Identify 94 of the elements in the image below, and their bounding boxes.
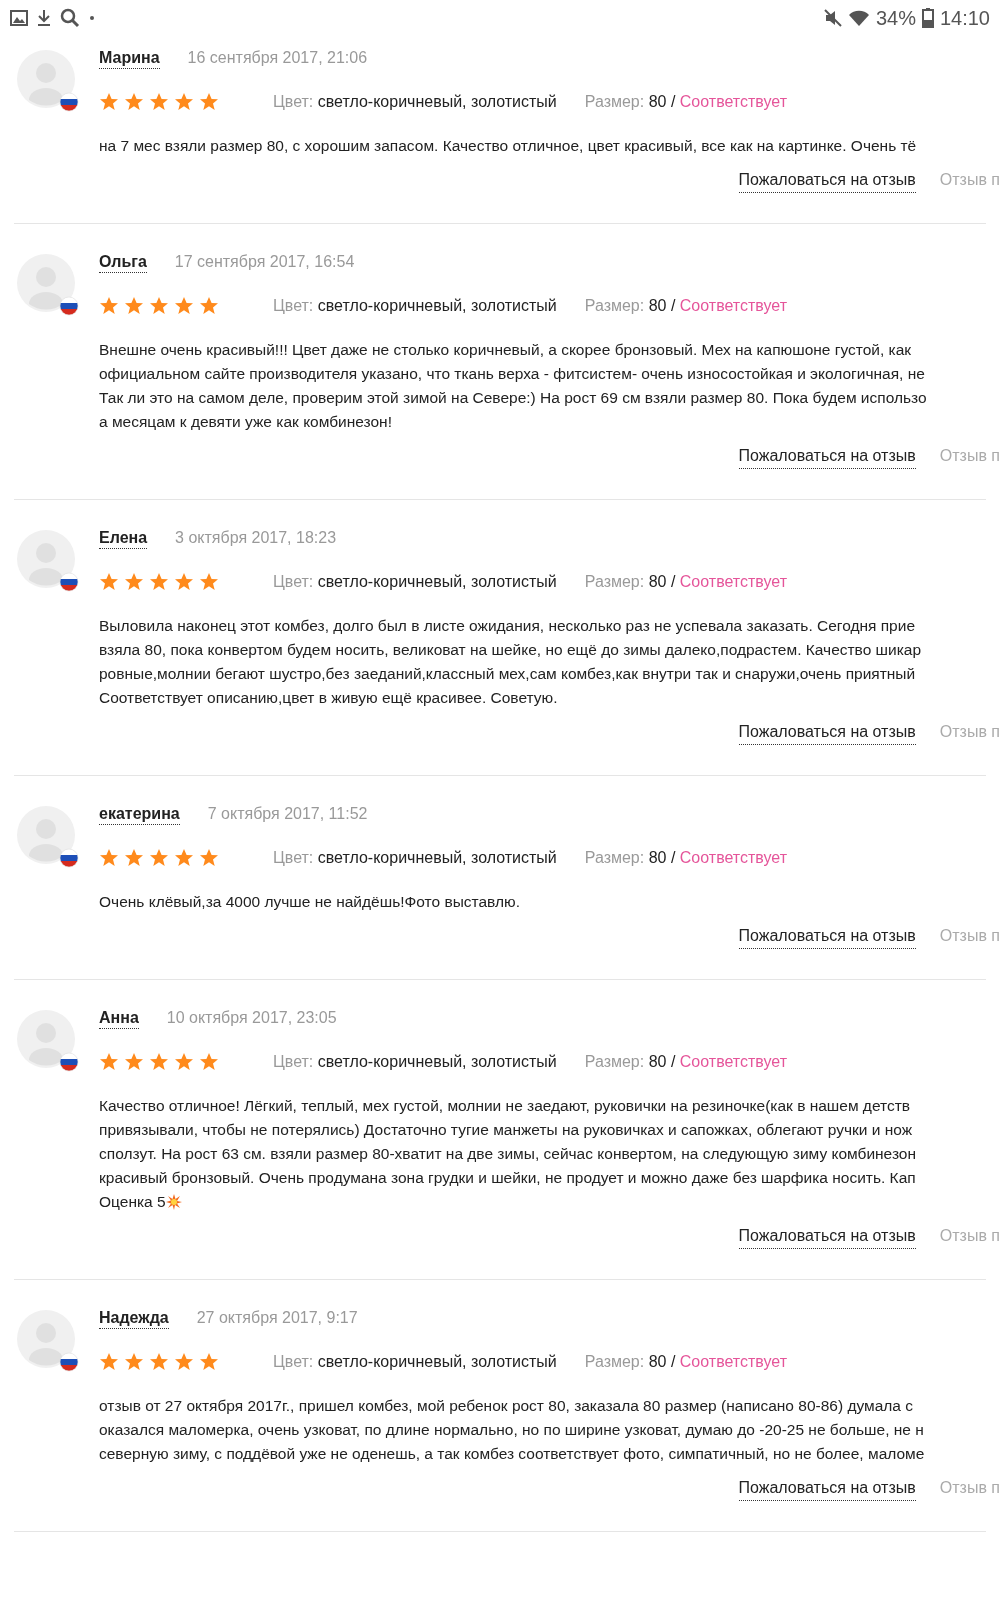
star-icon — [199, 296, 219, 316]
author-name[interactable]: Марина — [99, 48, 160, 69]
review-text-line: красивый бронзовый. Очень продумана зона грудки и шейки, не продует и можно даже без шарфика носить. Кап — [99, 1168, 916, 1188]
size-info: Размер: 80 / Соответствует — [584, 848, 787, 868]
star-icon — [124, 92, 144, 112]
star-icon — [199, 92, 219, 112]
star-icon — [124, 1052, 144, 1072]
image-icon — [10, 10, 28, 26]
review-date: 16 сентября 2017, 21:06 — [187, 48, 368, 68]
color-info: Цвет: светло-коричневый, золотистый — [273, 296, 557, 316]
avatar-with-flag-icon — [17, 50, 79, 112]
star-icon — [174, 1052, 194, 1072]
author-name[interactable]: екатерина — [99, 804, 180, 825]
star-icon — [124, 1352, 144, 1372]
color-info: Цвет: светло-коричневый, золотистый — [273, 92, 557, 112]
report-review-link[interactable]: Пожаловаться на отзыв — [738, 1224, 916, 1249]
author-name[interactable]: Анна — [99, 1008, 139, 1029]
review-date: 17 сентября 2017, 16:54 — [174, 252, 355, 272]
author-name[interactable]: Ольга — [99, 252, 147, 273]
battery-percent: 34% — [875, 6, 916, 31]
star-icon — [124, 848, 144, 868]
star-icon — [199, 1052, 219, 1072]
review-text-line: Соответствует описанию,цвет в живую ещё красивее. Советую. — [99, 688, 558, 708]
star-icon — [99, 92, 119, 112]
star-icon — [149, 92, 169, 112]
author-name[interactable]: Елена — [99, 528, 148, 549]
review-date: 27 октября 2017, 9:17 — [196, 1308, 358, 1328]
search-icon — [60, 8, 80, 28]
star-icon — [174, 572, 194, 592]
review-text-line: Так ли это на самом деле, проверим этой зимой на Севере:) На рост 69 см взяли размер 80. Пока будем использо — [99, 388, 927, 408]
review-text-line: оказался маломерка, очень узковат, по длине нормально, но по ширине узковат, думаю до -20-25 не больше, не н — [99, 1420, 924, 1440]
clock-time: 14:10 — [939, 6, 990, 31]
size-info: Размер: 80 / Соответствует — [584, 1052, 787, 1072]
star-icon — [174, 1352, 194, 1372]
color-info: Цвет: светло-коричневый, золотистый — [273, 1352, 557, 1372]
review-text-line: официальном сайте производителя указано, что ткань верха - фитсистем- очень износостойкая и экологичная, не — [99, 364, 925, 384]
mute-icon — [823, 9, 842, 27]
color-info: Цвет: светло-коричневый, золотистый — [273, 1052, 557, 1072]
size-info: Размер: 80 / Соответствует — [584, 92, 787, 112]
star-icon — [199, 1352, 219, 1372]
star-icon — [99, 296, 119, 316]
star-icon — [174, 296, 194, 316]
size-info: Размер: 80 / Соответствует — [584, 572, 787, 592]
review-text-line: Качество отличное! Лёгкий, теплый, мех густой, молнии не заедают, руковички на резиночке(как в нашем детств — [99, 1096, 911, 1116]
report-review-link[interactable]: Пожаловаться на отзыв — [738, 444, 916, 469]
review-date: 7 октября 2017, 11:52 — [207, 804, 368, 824]
size-info: Размер: 80 / Соответствует — [584, 1352, 787, 1372]
report-review-link[interactable]: Пожаловаться на отзыв — [738, 168, 916, 193]
review-text-line: Выловила наконец этот комбез, долго был в листе ожидания, несколько раз не успевала заказать. Сегодня прие — [99, 616, 916, 636]
battery-icon — [921, 8, 934, 28]
review-text-line: привязывали, чтобы не потерялись) Достаточно тугие манжеты на руковичках и сапожках, облегают ручки и нож — [99, 1120, 913, 1140]
review-text-line: Оценка 5 — [99, 1192, 166, 1212]
review-text-line: Очень клёвый,за 4000 лучше не найдёшь!Фото выставлю. — [99, 892, 520, 912]
star-icon — [149, 1052, 169, 1072]
avatar-with-flag-icon — [17, 1010, 79, 1072]
review-text-line: отзыв от 27 октября 2017г., пришел комбез, мой ребенок рост 80, заказала 80 размер (написано 80-86) думала с — [99, 1396, 914, 1416]
star-icon — [99, 1052, 119, 1072]
avatar-with-flag-icon — [17, 1310, 79, 1372]
report-review-link[interactable]: Пожаловаться на отзыв — [738, 1476, 916, 1501]
author-name[interactable]: Надежда — [99, 1308, 169, 1329]
wifi-icon — [847, 9, 870, 27]
star-icon — [124, 296, 144, 316]
star-icon — [174, 92, 194, 112]
star-icon — [199, 572, 219, 592]
report-review-link[interactable]: Пожаловаться на отзыв — [738, 720, 916, 745]
star-icon — [99, 848, 119, 868]
star-icon — [149, 848, 169, 868]
notification-dot-icon — [88, 14, 96, 22]
review-text-line: на 7 мес взяли размер 80, с хорошим запасом. Качество отличное, цвет красивый, все как на картинке. Очень тё — [99, 136, 917, 156]
avatar-with-flag-icon — [17, 806, 79, 868]
avatar-with-flag-icon — [17, 254, 79, 316]
review-text-line: взяла 80, пока конвертом будем носить, великоват на шейке, но ещё до зимы далеко,подрастем. Качество шикар — [99, 640, 922, 660]
star-icon — [149, 572, 169, 592]
review-date: 3 октября 2017, 18:23 — [175, 528, 337, 548]
review-text-line: Внешне очень красивый!!! Цвет даже не столько коричневый, а скорее бронзовый. Мех на капюшоне густой, как — [99, 340, 912, 360]
download-icon — [36, 9, 52, 27]
review-date: 10 октября 2017, 23:05 — [166, 1008, 337, 1028]
size-info: Размер: 80 / Соответствует — [584, 296, 787, 316]
report-review-link[interactable]: Пожаловаться на отзыв — [738, 924, 916, 949]
star-icon — [199, 848, 219, 868]
star-icon — [149, 296, 169, 316]
review-text-line: ровные,молнии бегают шустро,без заеданий,классный мех,сам комбез,как внутри так и снаружи,очень приятный — [99, 664, 916, 684]
review-text-line: сползут. На рост 63 см. взяли размер 80-хватит на две зимы, сейчас конвертом, на следующую зиму комбинезон — [99, 1144, 916, 1164]
star-icon — [99, 1352, 119, 1372]
star-icon — [99, 572, 119, 592]
star-icon — [124, 572, 144, 592]
burst-icon — [165, 1194, 182, 1210]
review-text-line: северную зиму, с поддёвой уже не оденешь, а так комбез соответствует фото, симпатичный, но не более, маломе — [99, 1444, 925, 1464]
star-icon — [149, 1352, 169, 1372]
color-info: Цвет: светло-коричневый, золотистый — [273, 848, 557, 868]
color-info: Цвет: светло-коричневый, золотистый — [273, 572, 557, 592]
review-text-line: а месяцам к девяти уже как комбинезон! — [99, 412, 392, 432]
star-icon — [174, 848, 194, 868]
avatar-with-flag-icon — [17, 530, 79, 592]
